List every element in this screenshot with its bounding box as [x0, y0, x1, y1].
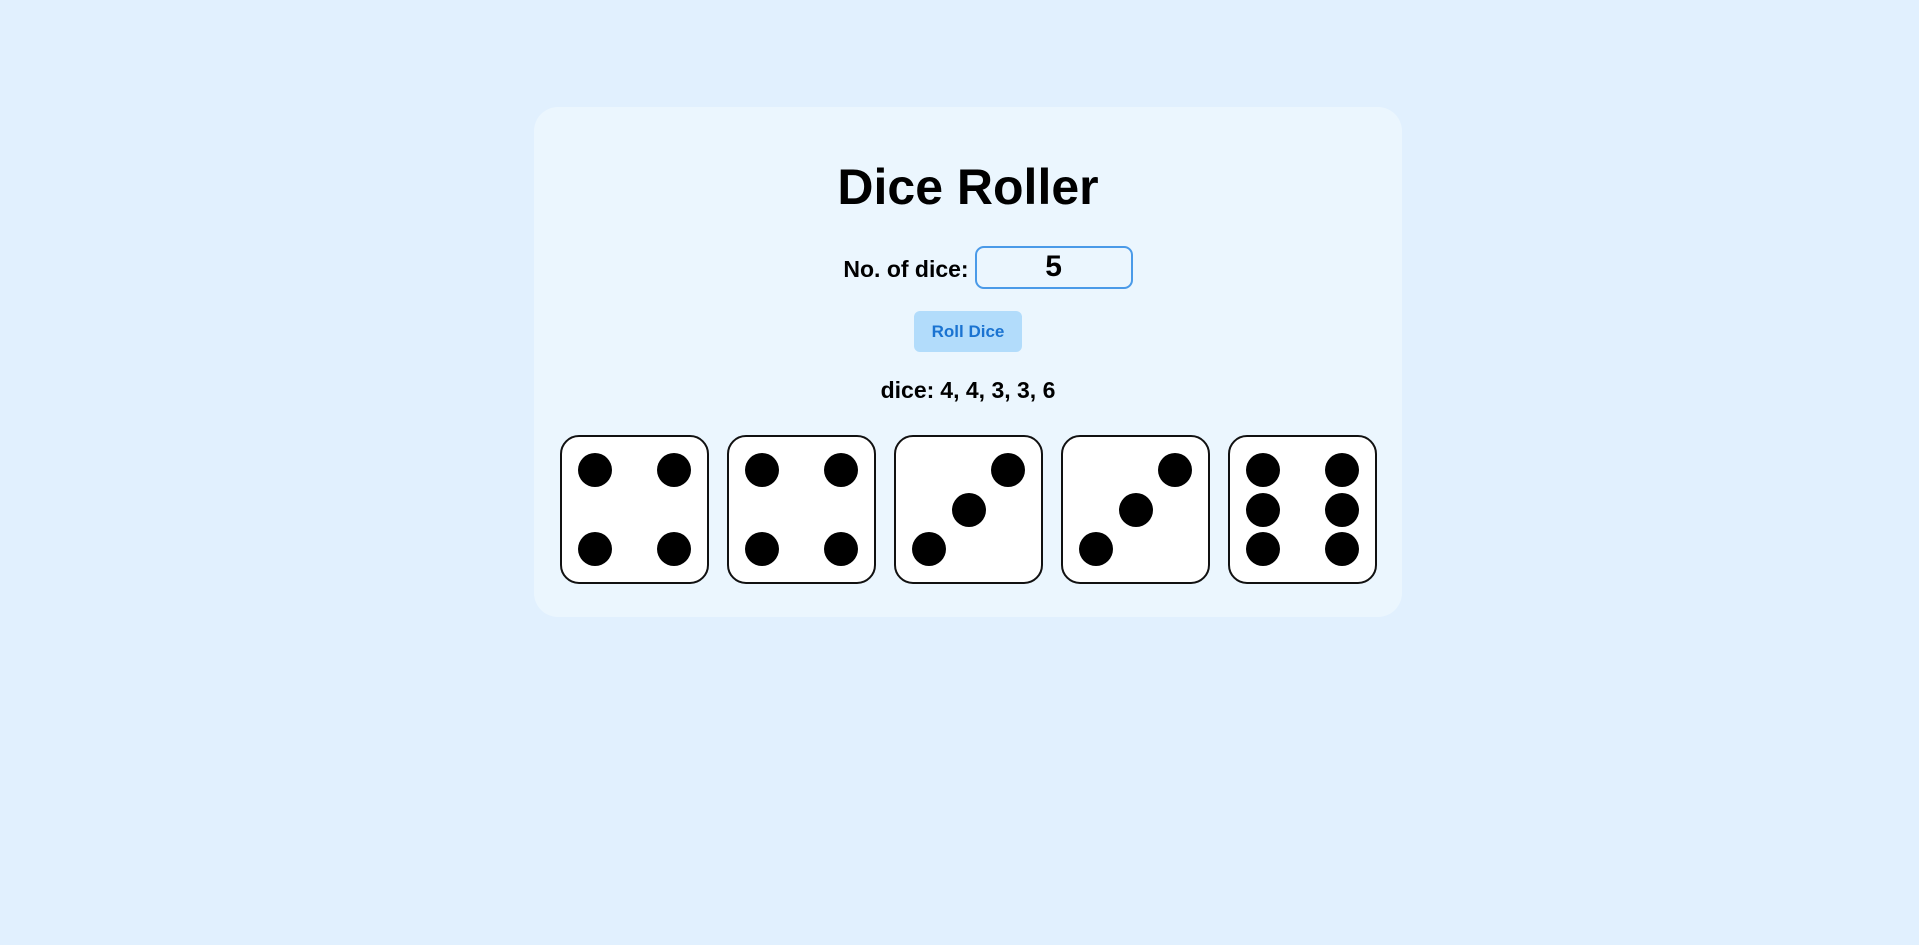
- die-pip: [657, 532, 692, 567]
- die-pip: [657, 452, 692, 487]
- dice-count-input[interactable]: [974, 245, 1133, 289]
- dice-count-row: No. of dice:: [554, 245, 1422, 289]
- die-pip: [911, 532, 946, 567]
- die-pip: [1118, 492, 1153, 527]
- dice-result-values: 4, 4, 3, 3, 6: [940, 377, 1056, 403]
- dice-result-text: dice: 4, 4, 3, 3, 6: [534, 377, 1402, 404]
- die-face-3: [894, 435, 1043, 584]
- die-face-2: [727, 435, 876, 584]
- dice-count-label: No. of dice:: [843, 255, 969, 282]
- roll-dice-button[interactable]: Roll Dice: [914, 311, 1022, 352]
- die-pip: [744, 452, 779, 487]
- die-pip: [1158, 452, 1193, 487]
- die-face-1: [560, 435, 709, 584]
- die-pip: [1325, 492, 1360, 527]
- dice-result-prefix: dice:: [880, 377, 935, 403]
- die-pip: [1078, 532, 1113, 567]
- die-pip: [744, 532, 779, 567]
- die-pip: [951, 492, 986, 527]
- die-pip: [1245, 452, 1280, 487]
- die-face-4: [1061, 435, 1210, 584]
- die-pip: [1325, 452, 1360, 487]
- die-pip: [577, 532, 612, 567]
- dice-row: [560, 435, 1377, 584]
- die-pip: [824, 452, 859, 487]
- die-pip: [991, 452, 1026, 487]
- dice-roller-panel: Dice Roller No. of dice: Roll Dice dice:…: [534, 107, 1402, 617]
- die-pip: [824, 532, 859, 567]
- die-face-5: [1228, 435, 1377, 584]
- die-pip: [1245, 492, 1280, 527]
- die-pip: [1245, 532, 1280, 567]
- die-pip: [577, 452, 612, 487]
- die-pip: [1325, 532, 1360, 567]
- page-title: Dice Roller: [837, 159, 1099, 215]
